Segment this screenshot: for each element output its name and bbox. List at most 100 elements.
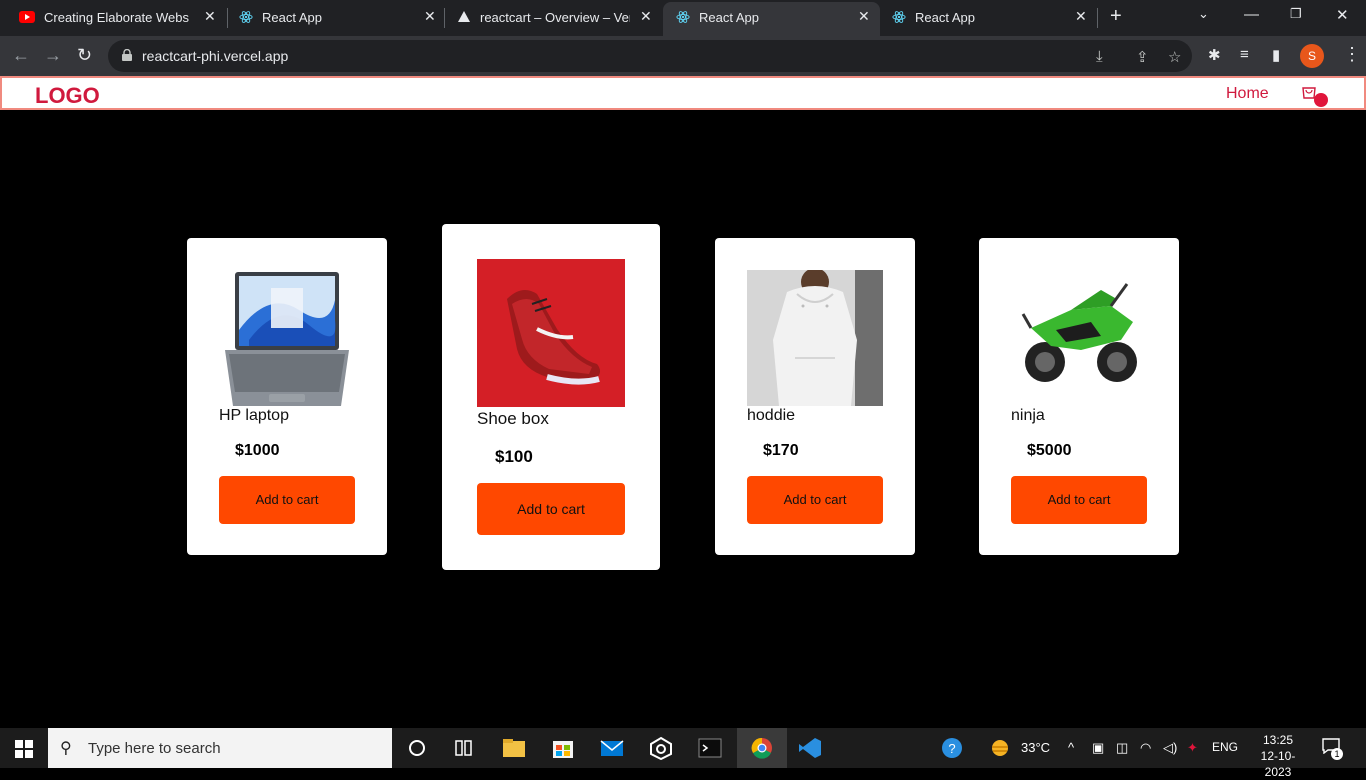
product-card: ninja $5000 Add to cart: [979, 238, 1179, 555]
address-bar[interactable]: reactcart-phi.vercel.app ⤓ ⇪ ☆: [108, 40, 1192, 72]
help-icon[interactable]: ?: [939, 736, 965, 760]
microsoft-store-icon[interactable]: [550, 736, 576, 760]
add-to-cart-button[interactable]: Add to cart: [1011, 476, 1147, 524]
search-placeholder[interactable]: Type here to search: [88, 740, 221, 757]
react-icon: [892, 11, 906, 23]
taskbar-search-box[interactable]: ⚲ Type here to search: [48, 728, 392, 768]
add-to-cart-button[interactable]: Add to cart: [219, 476, 355, 524]
product-card: Shoe box $100 Add to cart: [442, 224, 660, 570]
product-image-motorcycle: [1011, 270, 1147, 406]
site-logo[interactable]: LOGO: [35, 83, 100, 109]
clock-time: 13:25: [1262, 733, 1294, 747]
product-name: Shoe box: [477, 409, 549, 428]
volume-icon[interactable]: ◁): [1163, 740, 1177, 756]
install-app-icon[interactable]: ⤓: [1096, 48, 1103, 65]
vercel-icon: [458, 11, 470, 22]
shoe-image: [477, 259, 625, 407]
svg-text:?: ?: [948, 741, 955, 756]
windows-start-icon[interactable]: [15, 740, 33, 758]
tab-separator: [1097, 8, 1098, 28]
tab-search-chevron-icon[interactable]: ⌄: [1198, 6, 1209, 22]
notification-center[interactable]: 1: [1322, 738, 1343, 760]
forward-button[interactable]: →: [44, 45, 62, 66]
close-window-button[interactable]: ✕: [1336, 6, 1349, 24]
show-hidden-icons-chevron-icon[interactable]: ^: [1068, 740, 1074, 755]
search-icon: ⚲: [60, 740, 72, 757]
wifi-icon[interactable]: ◠: [1140, 740, 1151, 756]
browser-tab-react-app[interactable]: React App ✕: [226, 0, 444, 34]
lock-icon: [122, 49, 132, 61]
extensions-icon[interactable]: ✱: [1208, 46, 1221, 64]
product-name: HP laptop: [219, 407, 289, 424]
system-clock[interactable]: 13:25 12-10-2023: [1250, 732, 1306, 780]
url-text[interactable]: reactcart-phi.vercel.app: [142, 48, 288, 64]
product-name: hoddie: [747, 407, 796, 424]
close-icon[interactable]: ✕: [204, 8, 216, 25]
site-navbar: LOGO Home: [0, 76, 1366, 110]
browser-tab-react-app-active[interactable]: React App ✕: [663, 2, 880, 36]
tab-label: Creating Elaborate Website: [44, 10, 189, 25]
tab-label: React App: [699, 10, 759, 25]
app-icon[interactable]: [648, 736, 674, 760]
camera-icon[interactable]: ◫: [1116, 740, 1128, 756]
file-explorer-icon[interactable]: [501, 736, 527, 760]
cortana-icon[interactable]: [404, 736, 430, 760]
product-image-laptop: [219, 270, 355, 406]
product-image-hoodie: [747, 270, 883, 406]
tab-label: reactcart – Overview – Vercel: [480, 10, 630, 25]
youtube-icon: [19, 11, 35, 23]
dropbox-icon[interactable]: ✦: [1187, 740, 1198, 756]
hoodie-image: [747, 270, 883, 406]
browser-menu-icon[interactable]: ⋮: [1343, 44, 1361, 65]
weather-icon[interactable]: [988, 736, 1014, 760]
cart-badge: [1314, 93, 1328, 107]
terminal-icon[interactable]: [697, 736, 723, 760]
product-price: $1000: [235, 442, 280, 459]
browser-tab-strip: Creating Elaborate Website ✕ React App ✕…: [0, 0, 1366, 36]
nav-home-link[interactable]: Home: [1226, 85, 1269, 103]
product-price: $170: [763, 442, 799, 459]
tab-label: React App: [915, 10, 975, 25]
notification-count-badge: 1: [1331, 748, 1343, 760]
browser-tab-youtube[interactable]: Creating Elaborate Website ✕: [0, 0, 226, 34]
close-icon[interactable]: ✕: [640, 8, 652, 25]
product-name: ninja: [1011, 407, 1045, 424]
browser-tab-react-app-2[interactable]: React App ✕: [880, 0, 1098, 34]
media-controls-icon[interactable]: ≡: [1240, 46, 1249, 63]
chrome-icon: [751, 737, 772, 759]
product-card: HP laptop $1000 Add to cart: [187, 238, 387, 555]
close-icon[interactable]: ✕: [1075, 8, 1087, 25]
product-image-shoe: [477, 259, 625, 407]
product-price: $100: [495, 447, 533, 466]
product-price: $5000: [1027, 442, 1072, 459]
reload-button[interactable]: ↻: [77, 45, 92, 66]
browser-toolbar: ← → ↻ reactcart-phi.vercel.app ⤓ ⇪ ☆ ✱ ≡…: [0, 36, 1366, 76]
close-icon[interactable]: ✕: [858, 8, 870, 25]
page-content: LOGO Home HP laptop $1000 Add to cart Sh…: [0, 76, 1366, 728]
new-tab-button[interactable]: +: [1110, 5, 1122, 28]
minimize-button[interactable]: —: [1244, 6, 1259, 23]
back-button[interactable]: ←: [12, 45, 30, 66]
add-to-cart-button[interactable]: Add to cart: [477, 483, 625, 535]
task-view-icon[interactable]: [451, 736, 477, 760]
side-panel-icon[interactable]: ▮: [1272, 46, 1280, 64]
browser-tab-vercel[interactable]: reactcart – Overview – Vercel ✕: [444, 0, 662, 34]
language-indicator[interactable]: ENG: [1212, 740, 1238, 754]
close-icon[interactable]: ✕: [424, 8, 436, 25]
share-icon[interactable]: ⇪: [1136, 48, 1149, 66]
chrome-taskbar-button[interactable]: [737, 728, 787, 768]
profile-avatar[interactable]: S: [1300, 44, 1324, 68]
clock-date: 12-10-2023: [1260, 749, 1296, 779]
react-icon: [239, 11, 253, 23]
laptop-image: [225, 272, 349, 406]
tab-label: React App: [262, 10, 322, 25]
product-card: hoddie $170 Add to cart: [715, 238, 915, 555]
mail-icon[interactable]: [599, 736, 625, 760]
restore-button[interactable]: ❐: [1290, 6, 1302, 22]
add-to-cart-button[interactable]: Add to cart: [747, 476, 883, 524]
vscode-icon[interactable]: [797, 736, 823, 760]
motorcycle-image: [1021, 283, 1137, 382]
bookmark-star-icon[interactable]: ☆: [1168, 48, 1181, 66]
meet-now-icon[interactable]: ▣: [1092, 740, 1104, 756]
weather-temperature[interactable]: 33°C: [1021, 740, 1050, 755]
